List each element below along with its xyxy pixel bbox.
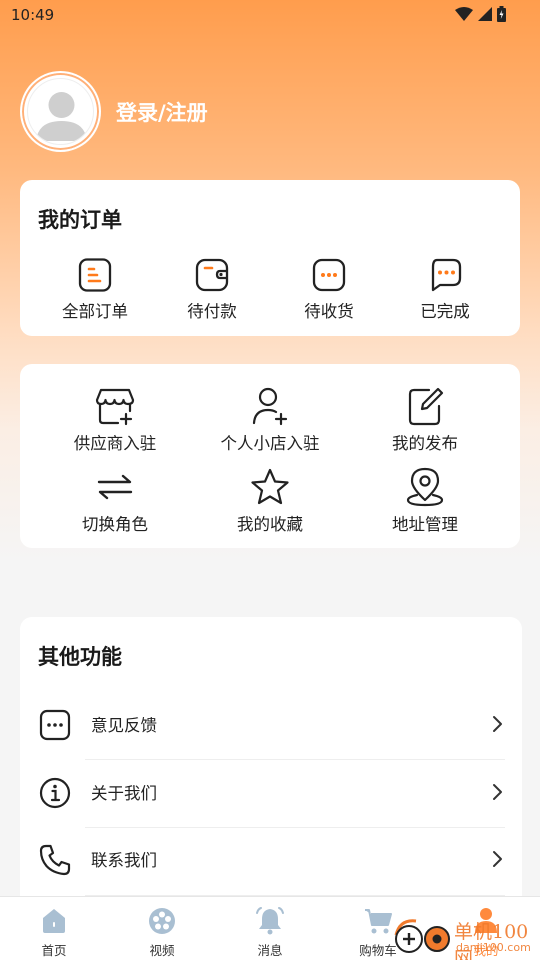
feedback-row[interactable]: 意见反馈: [20, 690, 522, 758]
order-all-label: 全部订单: [62, 302, 128, 321]
contact-us-row[interactable]: 联系我们: [20, 825, 522, 893]
supplier-join-button[interactable]: 供应商入驻: [40, 386, 190, 454]
dots-box-icon: [312, 258, 346, 292]
supplier-join-label: 供应商入驻: [73, 434, 157, 453]
info-icon: [39, 777, 71, 809]
home-icon: [43, 909, 65, 933]
feedback-icon: [39, 709, 71, 741]
cart-icon: [365, 909, 392, 934]
watermark: 单机100网 danji100.com: [390, 915, 540, 960]
chevron-right-icon: [493, 784, 502, 800]
orders-card: 我的订单 全部订单 待付款 待收货 已完成: [20, 180, 520, 336]
avatar-placeholder-icon: [36, 92, 87, 141]
my-posts-button[interactable]: 我的发布: [350, 386, 500, 454]
wallet-icon: [195, 258, 229, 292]
order-unpaid-label: 待付款: [187, 302, 237, 321]
order-to-receive-label: 待收货: [304, 302, 354, 321]
about-us-label: 关于我们: [91, 784, 157, 803]
about-us-row[interactable]: 关于我们: [20, 758, 522, 826]
tab-home[interactable]: 首页: [0, 897, 108, 960]
orders-title: 我的订单: [38, 208, 122, 232]
video-reel-icon: [149, 908, 175, 934]
tab-home-label: 首页: [41, 943, 67, 958]
tab-messages[interactable]: 消息: [216, 897, 324, 960]
order-to-receive-button[interactable]: 待收货: [274, 258, 384, 322]
tab-video-label: 视频: [149, 943, 175, 958]
battery-icon: [497, 6, 506, 22]
switch-role-button[interactable]: 切换角色: [40, 467, 190, 535]
signal-icon: [478, 7, 492, 21]
status-bar: 10:49: [0, 0, 540, 32]
chat-dots-icon: [431, 258, 462, 292]
my-favorites-button[interactable]: 我的收藏: [195, 467, 345, 535]
switch-role-label: 切换角色: [82, 515, 148, 534]
profile-header[interactable]: 登录/注册: [20, 71, 208, 152]
tab-messages-label: 消息: [257, 943, 283, 958]
my-favorites-label: 我的收藏: [237, 515, 303, 534]
login-register-link[interactable]: 登录/注册: [116, 97, 208, 127]
watermark-logo-icon: [394, 919, 450, 953]
status-icons: [455, 6, 506, 22]
location-icon: [406, 467, 444, 507]
list-icon: [78, 258, 112, 292]
order-unpaid-button[interactable]: 待付款: [157, 258, 267, 322]
personal-shop-join-button[interactable]: 个人小店入驻: [195, 386, 345, 454]
other-functions-card: 其他功能 意见反馈 关于我们 联系我们: [20, 617, 522, 917]
chevron-right-icon: [493, 851, 502, 867]
user-add-icon: [252, 387, 288, 426]
order-completed-label: 已完成: [420, 302, 470, 321]
edit-icon: [408, 387, 444, 426]
watermark-subtext: danji100.com: [456, 941, 531, 954]
other-functions-title: 其他功能: [38, 645, 122, 669]
tab-video[interactable]: 视频: [108, 897, 216, 960]
contact-us-label: 联系我们: [91, 851, 157, 870]
chevron-right-icon: [493, 716, 502, 732]
avatar[interactable]: [20, 71, 101, 152]
star-icon: [251, 468, 289, 505]
wifi-icon: [455, 7, 473, 21]
status-time: 10:49: [11, 6, 55, 24]
my-posts-label: 我的发布: [392, 434, 458, 453]
feedback-label: 意见反馈: [91, 716, 157, 735]
address-management-label: 地址管理: [392, 515, 458, 534]
bell-icon: [256, 907, 284, 935]
order-all-button[interactable]: 全部订单: [40, 258, 150, 322]
address-management-button[interactable]: 地址管理: [350, 467, 500, 535]
tools-card: 供应商入驻 个人小店入驻 我的发布 切换角色 我的收藏 地址管理: [20, 364, 520, 548]
store-add-icon: [95, 388, 135, 426]
order-completed-button[interactable]: 已完成: [390, 258, 500, 322]
phone-icon: [39, 844, 71, 876]
personal-shop-join-label: 个人小店入驻: [220, 434, 320, 453]
swap-icon: [97, 474, 133, 500]
